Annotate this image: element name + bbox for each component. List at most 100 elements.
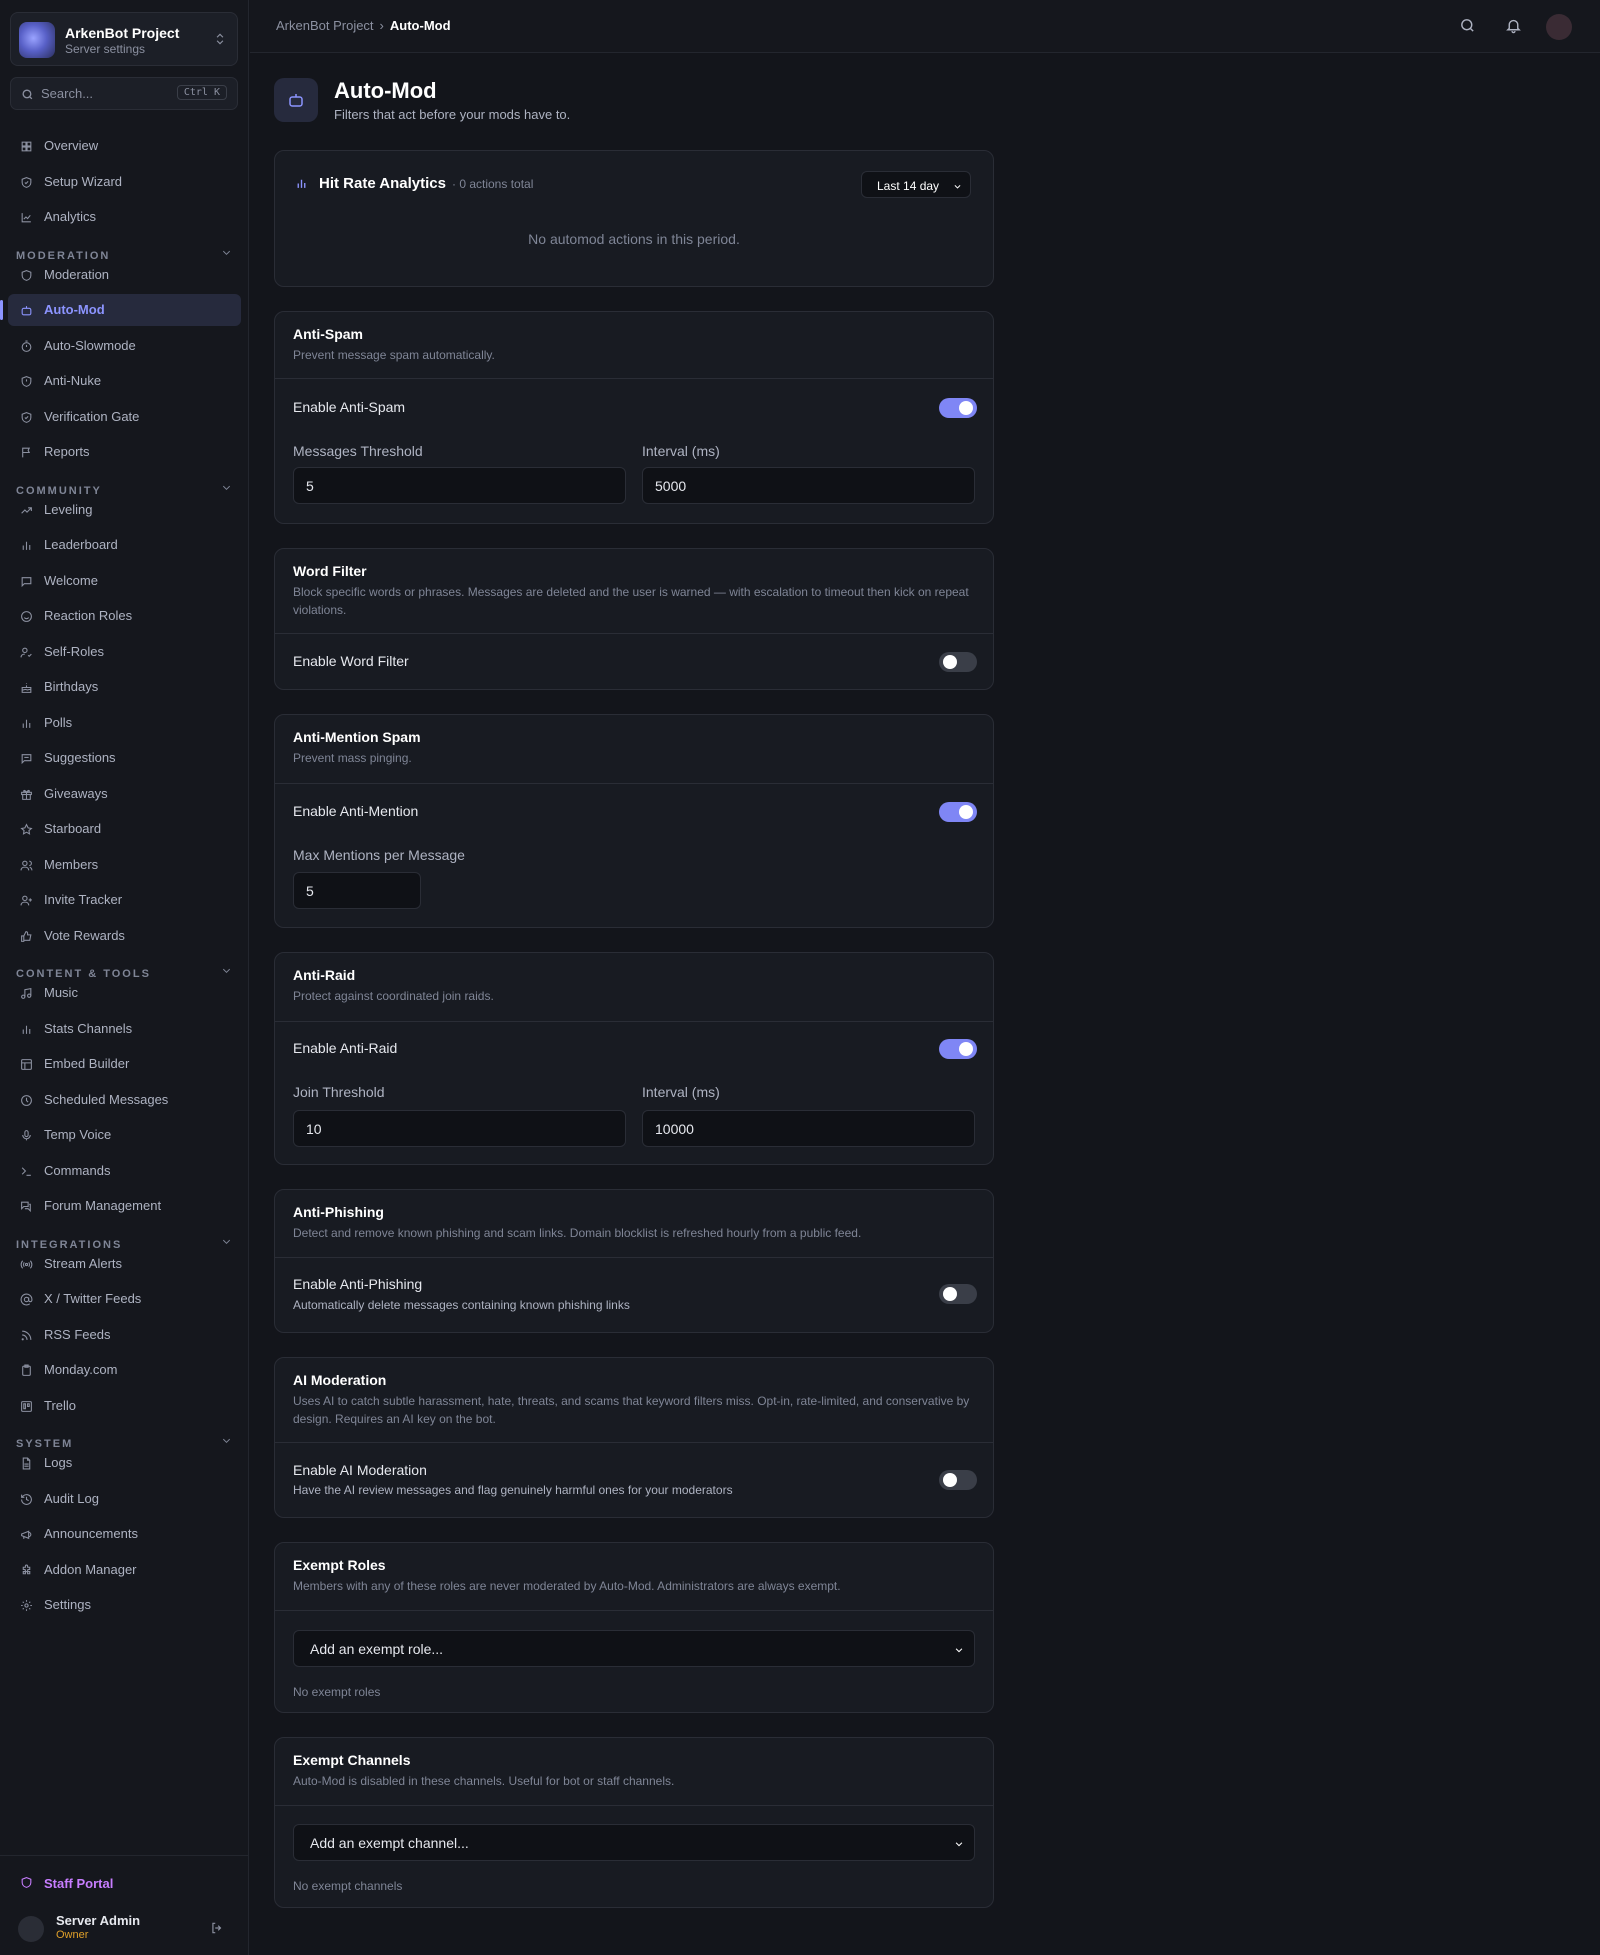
sidebar-item-settings[interactable]: Settings: [8, 1589, 241, 1621]
sidebar-item-scheduled-messages[interactable]: Scheduled Messages: [8, 1084, 241, 1116]
chevron-down-icon: [222, 1438, 231, 1443]
cake-icon: [21, 683, 32, 693]
grid-icon: [21, 141, 32, 152]
sidebar-item-reaction-roles[interactable]: Reaction Roles: [8, 600, 241, 632]
divider: [275, 1805, 993, 1806]
music-icon: [21, 987, 32, 999]
sidebar-item-invite-tracker[interactable]: Invite Tracker: [8, 884, 241, 916]
sidebar-section-content-tools[interactable]: CONTENT & TOOLS: [16, 964, 236, 980]
sidebar-item-welcome[interactable]: Welcome: [8, 565, 241, 597]
date-range-select[interactable]: Last 14 day: [861, 171, 971, 198]
sidebar-item-birthdays[interactable]: Birthdays: [8, 671, 241, 703]
user-role: Owner: [56, 1929, 89, 1941]
date-range-value: Last 14 day: [877, 179, 940, 193]
sidebar-section-system[interactable]: SYSTEM: [16, 1434, 236, 1450]
ai-moderation-toggle-sub: Have the AI review messages and flag gen…: [293, 1483, 733, 1497]
account-avatar[interactable]: [1546, 14, 1572, 40]
breadcrumb-parent[interactable]: ArkenBot Project: [276, 18, 374, 33]
word-filter-toggle[interactable]: [939, 652, 977, 672]
sidebar-item-embed-builder[interactable]: Embed Builder: [8, 1048, 241, 1080]
sidebar-item-setup-wizard[interactable]: Setup Wizard: [8, 166, 241, 198]
sidebar-item-members[interactable]: Members: [8, 849, 241, 881]
sidebar-search[interactable]: Search... Ctrl K: [10, 77, 238, 110]
sidebar-item-polls[interactable]: Polls: [8, 707, 241, 739]
exempt-roles-card: Exempt Roles Members with any of these r…: [274, 1542, 994, 1713]
sidebar-item-reports[interactable]: Reports: [8, 436, 241, 468]
ai-moderation-toggle[interactable]: [939, 1470, 977, 1490]
sidebar-item-suggestions[interactable]: Suggestions: [8, 742, 241, 774]
analytics-card: Hit Rate Analytics · 0 actions total Las…: [274, 150, 994, 287]
staff-portal-link[interactable]: Staff Portal: [20, 1876, 113, 1891]
sidebar-section-integrations[interactable]: INTEGRATIONS: [16, 1235, 236, 1251]
join-threshold-input[interactable]: [293, 1110, 626, 1147]
sidebar-item-label: Commands: [44, 1162, 111, 1178]
ai-moderation-desc: Uses AI to catch subtle harassment, hate…: [293, 1394, 970, 1426]
sidebar-item-music[interactable]: Music: [8, 977, 241, 1009]
anti-spam-toggle-label: Enable Anti-Spam: [293, 399, 406, 415]
search-shortcut: Ctrl K: [176, 85, 227, 100]
smile-icon: [21, 611, 32, 622]
sidebar-item-overview[interactable]: Overview: [8, 130, 241, 162]
sidebar-item-anti-nuke[interactable]: Anti-Nuke: [8, 365, 241, 397]
sidebar-item-vote-rewards[interactable]: Vote Rewards: [8, 920, 241, 952]
sidebar-item-commands[interactable]: Commands: [8, 1155, 241, 1187]
word-filter-desc: Block specific words or phrases. Message…: [293, 585, 969, 617]
sidebar-item-label: Music: [44, 985, 78, 1000]
sidebar-item-stream-alerts[interactable]: Stream Alerts: [8, 1248, 241, 1280]
sidebar-item-logs[interactable]: Logs: [8, 1447, 241, 1479]
sidebar-item-giveaways[interactable]: Giveaways: [8, 778, 241, 810]
sidebar-item-analytics[interactable]: Analytics: [8, 201, 241, 233]
anti-spam-title: Anti-Spam: [293, 326, 363, 342]
exempt-channels-card: Exempt Channels Auto-Mod is disabled in …: [274, 1737, 994, 1908]
search-icon[interactable]: [1459, 17, 1476, 34]
anti-phishing-desc: Detect and remove known phishing and sca…: [293, 1226, 862, 1240]
anti-spam-card: Anti-Spam Prevent message spam automatic…: [274, 311, 994, 524]
bot-icon: [21, 306, 32, 316]
exempt-channels-empty: No exempt channels: [293, 1879, 403, 1893]
user-avatar[interactable]: [18, 1916, 44, 1942]
sidebar-item-trello[interactable]: Trello: [8, 1390, 241, 1422]
shield-check-icon: [21, 411, 32, 423]
anti-spam-toggle[interactable]: [939, 398, 977, 418]
sidebar-section-moderation[interactable]: MODERATION: [16, 246, 236, 262]
sidebar-item-leveling[interactable]: Leveling: [8, 494, 241, 526]
sidebar-item-moderation[interactable]: Moderation: [8, 259, 241, 291]
sidebar-item-starboard[interactable]: Starboard: [8, 813, 241, 845]
sidebar-item-temp-voice[interactable]: Temp Voice: [8, 1119, 241, 1151]
exempt-roles-title: Exempt Roles: [293, 1557, 386, 1573]
sidebar-item-self-roles[interactable]: Self-Roles: [8, 636, 241, 668]
sidebar-item-auto-mod[interactable]: Auto-Mod: [0, 294, 241, 326]
sidebar-item-leaderboard[interactable]: Leaderboard: [8, 529, 241, 561]
search-icon: [22, 89, 33, 100]
sidebar-section-community[interactable]: COMMUNITY: [16, 481, 236, 497]
users-icon: [20, 860, 33, 870]
sidebar-item-addon-manager[interactable]: Addon Manager: [8, 1554, 241, 1586]
at-sign-icon: [20, 1293, 33, 1306]
server-avatar: [19, 22, 55, 58]
anti-phishing-toggle[interactable]: [939, 1284, 977, 1304]
messages-threshold-input[interactable]: [293, 467, 626, 504]
exempt-role-select[interactable]: Add an exempt role...: [293, 1630, 975, 1667]
bell-icon[interactable]: [1505, 17, 1522, 34]
sidebar-item-announcements[interactable]: Announcements: [8, 1518, 241, 1550]
sidebar-item-audit-log[interactable]: Audit Log: [8, 1483, 241, 1515]
sidebar-item-rss-feeds[interactable]: RSS Feeds: [8, 1319, 241, 1351]
anti-phishing-toggle-sub: Automatically delete messages containing…: [293, 1298, 630, 1312]
word-filter-card: Word Filter Block specific words or phra…: [274, 548, 994, 690]
interval-input[interactable]: [642, 467, 975, 504]
exempt-channel-select[interactable]: Add an exempt channel...: [293, 1824, 975, 1861]
max-mentions-input[interactable]: [293, 872, 421, 909]
sidebar-item-auto-slowmode[interactable]: Auto-Slowmode: [8, 330, 241, 362]
sidebar-item-forum-management[interactable]: Forum Management: [8, 1190, 241, 1222]
sidebar-item-x-twitter-feeds[interactable]: X / Twitter Feeds: [8, 1283, 241, 1315]
raid-interval-input[interactable]: [642, 1110, 975, 1147]
server-switcher[interactable]: ArkenBot Project Server settings: [10, 12, 238, 66]
ai-moderation-title: AI Moderation: [293, 1372, 387, 1388]
anti-mention-toggle[interactable]: [939, 802, 977, 822]
logout-icon[interactable]: [210, 1921, 224, 1935]
sidebar-item-verification-gate[interactable]: Verification Gate: [8, 401, 241, 433]
divider: [275, 1021, 993, 1022]
anti-raid-toggle[interactable]: [939, 1039, 977, 1059]
sidebar-item-monday-com[interactable]: Monday.com: [8, 1354, 241, 1386]
sidebar-item-stats-channels[interactable]: Stats Channels: [8, 1013, 241, 1045]
